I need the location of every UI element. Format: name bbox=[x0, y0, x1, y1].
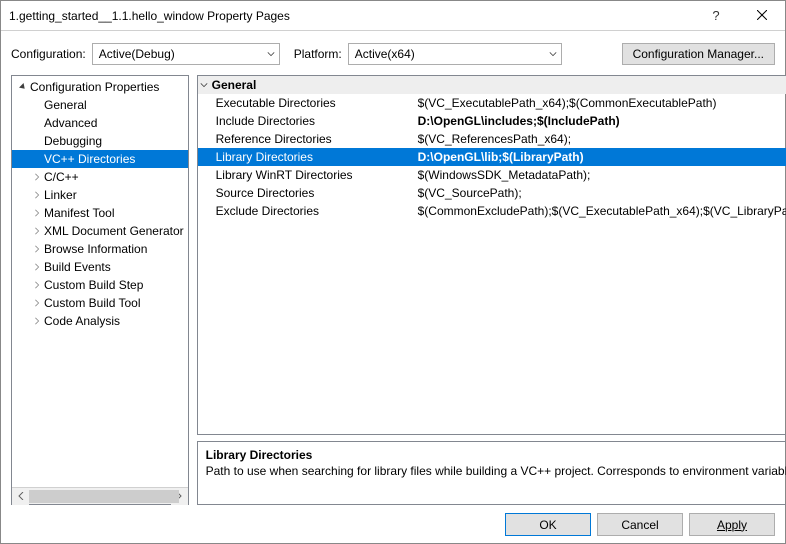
tree-item[interactable]: Debugging bbox=[12, 132, 188, 150]
configuration-value: Active(Debug) bbox=[99, 47, 175, 61]
config-row: Configuration: Active(Debug) Platform: A… bbox=[1, 31, 785, 75]
property-name: Executable Directories bbox=[198, 96, 414, 110]
scrollbar-track[interactable] bbox=[29, 488, 171, 505]
tree-item[interactable]: Browse Information bbox=[12, 240, 188, 258]
property-row[interactable]: Include DirectoriesD:\OpenGL\includes;$(… bbox=[198, 112, 786, 130]
property-name: Library Directories bbox=[198, 150, 414, 164]
expand-icon bbox=[30, 209, 44, 217]
property-row[interactable]: Exclude Directories$(CommonExcludePath);… bbox=[198, 202, 786, 220]
property-value[interactable]: $(WindowsSDK_MetadataPath); bbox=[414, 168, 786, 182]
chevron-down-icon bbox=[549, 47, 557, 61]
platform-label: Platform: bbox=[294, 47, 342, 61]
property-value[interactable]: $(VC_ExecutablePath_x64);$(CommonExecuta… bbox=[414, 96, 786, 110]
tree-item-label: Advanced bbox=[44, 116, 97, 130]
expand-icon bbox=[30, 227, 44, 235]
tree-item[interactable]: Custom Build Step bbox=[12, 276, 188, 294]
configuration-combo[interactable]: Active(Debug) bbox=[92, 43, 280, 65]
tree-item-label: Manifest Tool bbox=[44, 206, 114, 220]
tree-item-label: XML Document Generator bbox=[44, 224, 184, 238]
help-button[interactable]: ? bbox=[693, 1, 739, 31]
property-row[interactable]: Library WinRT Directories$(WindowsSDK_Me… bbox=[198, 166, 786, 184]
help-icon: ? bbox=[712, 8, 719, 23]
expand-icon bbox=[30, 317, 44, 325]
property-grid: General Executable Directories$(VC_Execu… bbox=[197, 75, 786, 435]
tree-item-label: Custom Build Step bbox=[44, 278, 143, 292]
property-value[interactable]: $(CommonExcludePath);$(VC_ExecutablePath… bbox=[414, 204, 786, 218]
tree-item[interactable]: Custom Build Tool bbox=[12, 294, 188, 312]
property-value[interactable]: $(VC_ReferencesPath_x64); bbox=[414, 132, 786, 146]
description-panel: Library Directories Path to use when sea… bbox=[197, 441, 786, 505]
close-button[interactable] bbox=[739, 1, 785, 31]
tree-item-label: VC++ Directories bbox=[44, 152, 135, 166]
tree-item-label: Code Analysis bbox=[44, 314, 120, 328]
chevron-down-icon bbox=[267, 47, 275, 61]
property-row[interactable]: Source Directories$(VC_SourcePath); bbox=[198, 184, 786, 202]
tree-item[interactable]: Manifest Tool bbox=[12, 204, 188, 222]
platform-combo[interactable]: Active(x64) bbox=[348, 43, 562, 65]
scrollbar-thumb[interactable] bbox=[29, 490, 179, 503]
collapse-icon bbox=[16, 83, 30, 91]
tree-item[interactable]: Code Analysis bbox=[12, 312, 188, 330]
apply-button[interactable]: Apply bbox=[689, 513, 775, 536]
section-title: General bbox=[212, 78, 257, 92]
tree-item-label: Browse Information bbox=[44, 242, 147, 256]
expand-icon bbox=[30, 173, 44, 181]
config-label: Configuration: bbox=[11, 47, 86, 61]
collapse-icon bbox=[200, 78, 208, 92]
tree-panel: Configuration Properties General Advanced D… bbox=[11, 75, 189, 505]
section-header[interactable]: General bbox=[198, 76, 786, 94]
expand-icon bbox=[30, 191, 44, 199]
platform-value: Active(x64) bbox=[355, 47, 415, 61]
property-value[interactable]: D:\OpenGL\includes;$(IncludePath) bbox=[414, 114, 786, 128]
tree-item[interactable]: General bbox=[12, 96, 188, 114]
cancel-button[interactable]: Cancel bbox=[597, 513, 683, 536]
expand-icon bbox=[30, 281, 44, 289]
property-name: Library WinRT Directories bbox=[198, 168, 414, 182]
tree-root-label: Configuration Properties bbox=[30, 80, 159, 94]
expand-icon bbox=[30, 263, 44, 271]
tree-item-label: Debugging bbox=[44, 134, 102, 148]
description-text: Path to use when searching for library f… bbox=[206, 464, 786, 480]
property-value[interactable]: $(VC_SourcePath); bbox=[414, 186, 786, 200]
property-name: Include Directories bbox=[198, 114, 414, 128]
expand-icon bbox=[30, 299, 44, 307]
tree-item-label: Custom Build Tool bbox=[44, 296, 141, 310]
tree-item[interactable]: Linker bbox=[12, 186, 188, 204]
titlebar: 1.getting_started__1.1.hello_window Prop… bbox=[1, 1, 785, 31]
close-icon bbox=[757, 9, 767, 23]
ok-button[interactable]: OK bbox=[505, 513, 591, 536]
property-name: Reference Directories bbox=[198, 132, 414, 146]
tree-item[interactable]: Advanced bbox=[12, 114, 188, 132]
scroll-left-button[interactable] bbox=[12, 488, 29, 505]
tree-item[interactable]: C/C++ bbox=[12, 168, 188, 186]
property-row[interactable]: Reference Directories$(VC_ReferencesPath… bbox=[198, 130, 786, 148]
property-row[interactable]: Executable Directories$(VC_ExecutablePat… bbox=[198, 94, 786, 112]
tree-item[interactable]: XML Document Generator bbox=[12, 222, 188, 240]
description-title: Library Directories bbox=[206, 448, 786, 462]
dialog-buttons: OK Cancel Apply bbox=[1, 505, 785, 536]
tree-item-label: General bbox=[44, 98, 87, 112]
property-row[interactable]: Library DirectoriesD:\OpenGL\lib;$(Libra… bbox=[198, 148, 786, 166]
tree-item-label: C/C++ bbox=[44, 170, 79, 184]
tree-item[interactable]: VC++ Directories bbox=[12, 150, 188, 168]
window-title: 1.getting_started__1.1.hello_window Prop… bbox=[9, 9, 693, 23]
configuration-manager-button[interactable]: Configuration Manager... bbox=[622, 43, 775, 65]
tree-item[interactable]: Build Events bbox=[12, 258, 188, 276]
horizontal-scrollbar[interactable] bbox=[12, 487, 188, 504]
expand-icon bbox=[30, 245, 44, 253]
configuration-manager-label: Configuration Manager... bbox=[633, 47, 764, 61]
property-name: Exclude Directories bbox=[198, 204, 414, 218]
tree-root[interactable]: Configuration Properties bbox=[12, 78, 188, 96]
tree-item-label: Build Events bbox=[44, 260, 111, 274]
property-value[interactable]: D:\OpenGL\lib;$(LibraryPath) bbox=[414, 150, 786, 164]
tree-item-label: Linker bbox=[44, 188, 77, 202]
property-name: Source Directories bbox=[198, 186, 414, 200]
